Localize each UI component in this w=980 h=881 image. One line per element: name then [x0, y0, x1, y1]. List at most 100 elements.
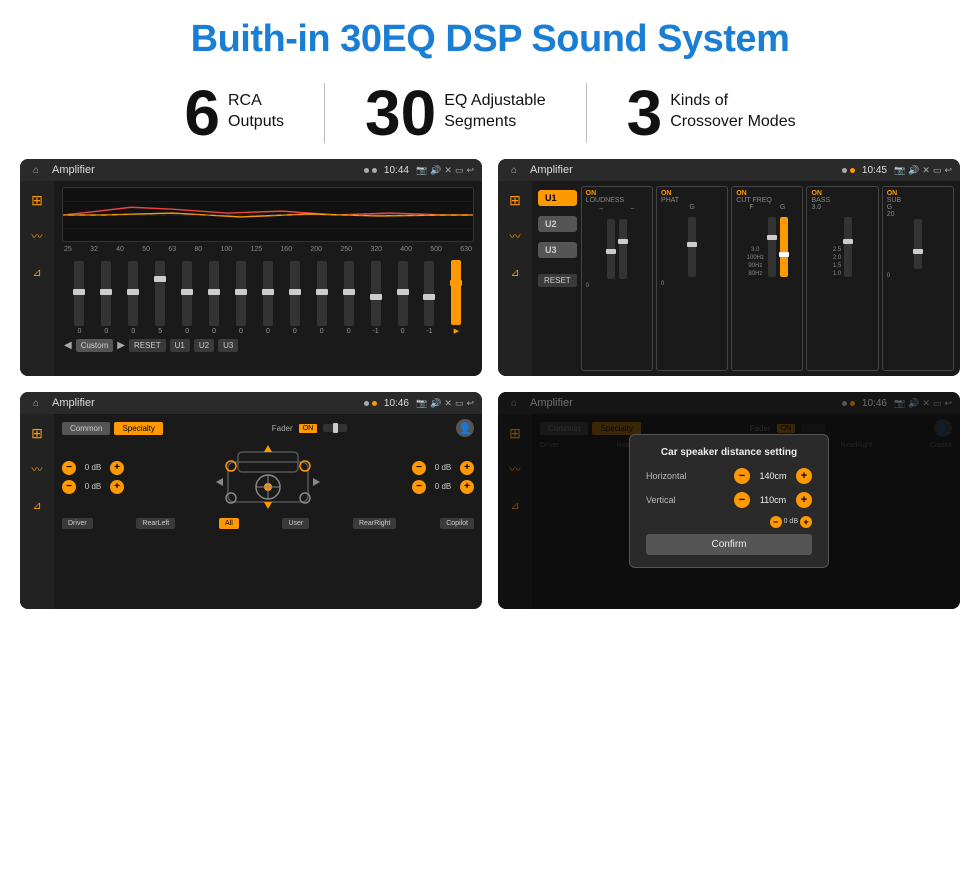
eq-filter-icon[interactable]: ⊞ [26, 189, 48, 211]
ddp1[interactable]: + [800, 516, 812, 528]
u3-button[interactable]: U3 [538, 242, 577, 258]
eq-u3-btn[interactable]: U3 [218, 339, 238, 352]
dialog-overlay: Car speaker distance setting Horizontal … [498, 392, 960, 609]
eq-time: 10:44 [384, 165, 409, 176]
c-wave-icon[interactable]: 〰 [504, 225, 526, 247]
stat-number-30: 30 [365, 81, 436, 145]
fdot1 [364, 401, 369, 406]
db1-minus[interactable]: − [62, 461, 76, 475]
eq-slider-9[interactable]: 0 [290, 261, 300, 335]
db4-plus[interactable]: + [460, 480, 474, 494]
db3-minus[interactable]: − [412, 461, 426, 475]
stat-item-crossover: 3 Kinds of Crossover Modes [587, 81, 836, 145]
f-minimize-icon[interactable]: ▭ [455, 398, 464, 409]
close-icon[interactable]: ✕ [444, 165, 452, 176]
eq-u1-btn[interactable]: U1 [170, 339, 190, 352]
screens-grid: ⌂ Amplifier 10:44 📷 🔊 ✕ ▭ ↩ ⊞ 〰 ⊿ [0, 159, 980, 619]
u1-button[interactable]: U1 [538, 190, 577, 206]
c-filter-icon[interactable]: ⊞ [504, 189, 526, 211]
db2-value: 0 dB [79, 482, 107, 491]
user-btn[interactable]: User [282, 518, 309, 529]
eq-slider-6[interactable]: 0 [209, 261, 219, 335]
eq-vol-icon[interactable]: ⊿ [26, 261, 48, 283]
eq-slider-10[interactable]: 0 [317, 261, 327, 335]
rearleft-btn[interactable]: RearLeft [136, 518, 175, 529]
eq-slider-14[interactable]: -1 [424, 261, 434, 335]
screen-eq: ⌂ Amplifier 10:44 📷 🔊 ✕ ▭ ↩ ⊞ 〰 ⊿ [20, 159, 482, 376]
eq-slider-7[interactable]: 0 [236, 261, 246, 335]
db2-plus[interactable]: + [110, 480, 124, 494]
dialog-row-vertical: Vertical − 110cm + [646, 492, 812, 508]
fader-title: Amplifier [52, 397, 95, 409]
eq-graph [62, 187, 474, 242]
confirm-button[interactable]: Confirm [646, 534, 812, 555]
fader-time: 10:46 [384, 398, 409, 409]
c-close-icon[interactable]: ✕ [922, 165, 930, 176]
ddb1: 0 dB [784, 518, 798, 525]
horizontal-label: Horizontal [646, 471, 687, 481]
f-camera-icon: 📷 [416, 398, 427, 409]
eq-slider-12[interactable]: -1 [371, 261, 381, 335]
page-title: Buith-in 30EQ DSP Sound System [0, 0, 980, 71]
stat-desc-rca: RCA Outputs [228, 81, 284, 133]
home-icon[interactable]: ⌂ [28, 162, 44, 178]
vertical-label: Vertical [646, 495, 676, 505]
c-back-icon[interactable]: ↩ [944, 165, 952, 176]
eq-slider-11[interactable]: 0 [344, 261, 354, 335]
eq-side-icons: ⊞ 〰 ⊿ [20, 181, 54, 376]
fader-home-icon[interactable]: ⌂ [28, 395, 44, 411]
u2-button[interactable]: U2 [538, 216, 577, 232]
person-icon: 👤 [456, 419, 474, 437]
c-minimize-icon[interactable]: ▭ [933, 165, 942, 176]
eq-slider-8[interactable]: 0 [263, 261, 273, 335]
db4-minus[interactable]: − [412, 480, 426, 494]
c-volume-icon: 🔊 [908, 165, 919, 176]
f-wave-icon[interactable]: 〰 [26, 458, 48, 480]
cutfreq-label: CUT FREQ [736, 197, 798, 204]
fader-slider[interactable] [323, 424, 347, 432]
eq-wave-icon[interactable]: 〰 [26, 225, 48, 247]
horizontal-minus[interactable]: − [734, 468, 750, 484]
tab-specialty[interactable]: Specialty [114, 422, 162, 435]
db1-value: 0 dB [79, 463, 107, 472]
db3-plus[interactable]: + [460, 461, 474, 475]
ddm1[interactable]: − [770, 516, 782, 528]
eq-slider-3[interactable]: 0 [128, 261, 138, 335]
eq-u2-btn[interactable]: U2 [194, 339, 214, 352]
eq-next-btn[interactable]: ▶ [117, 340, 125, 351]
crossover-home-icon[interactable]: ⌂ [506, 162, 522, 178]
eq-mode-label: Custom [76, 339, 114, 352]
rearright-btn[interactable]: RearRight [353, 518, 397, 529]
f-back-icon[interactable]: ↩ [466, 398, 474, 409]
eq-slider-1[interactable]: 0 [74, 261, 84, 335]
db2-minus[interactable]: − [62, 480, 76, 494]
eq-slider-2[interactable]: 0 [101, 261, 111, 335]
eq-slider-5[interactable]: 0 [182, 261, 192, 335]
f-vol-icon[interactable]: ⊿ [26, 494, 48, 516]
eq-slider-4[interactable]: 5 [155, 261, 165, 335]
panel-loudness: ON LOUDNESS ~ ~ [581, 186, 653, 371]
crossover-reset-btn[interactable]: RESET [538, 274, 577, 287]
horizontal-plus[interactable]: + [796, 468, 812, 484]
eq-reset-btn[interactable]: RESET [129, 339, 166, 352]
db1-plus[interactable]: + [110, 461, 124, 475]
minimize-icon[interactable]: ▭ [455, 165, 464, 176]
fader-body: ⊞ 〰 ⊿ Common Specialty Fader ON [20, 414, 482, 609]
eq-slider-15[interactable]: ▶ [451, 260, 461, 335]
f-close-icon[interactable]: ✕ [444, 398, 452, 409]
copilot-btn[interactable]: Copilot [440, 518, 474, 529]
back-icon[interactable]: ↩ [466, 165, 474, 176]
all-btn[interactable]: All [219, 518, 239, 529]
fdot2 [372, 401, 377, 406]
dot2 [372, 168, 377, 173]
eq-prev-btn[interactable]: ◀ [64, 340, 72, 351]
vertical-minus[interactable]: − [734, 492, 750, 508]
camera-icon: 📷 [416, 165, 427, 176]
driver-btn[interactable]: Driver [62, 518, 93, 529]
c-vol-icon[interactable]: ⊿ [504, 261, 526, 283]
eq-slider-13[interactable]: 0 [398, 261, 408, 335]
f-filter-icon[interactable]: ⊞ [26, 422, 48, 444]
tab-common[interactable]: Common [62, 422, 110, 435]
bass-label: BASS [811, 197, 873, 204]
vertical-plus[interactable]: + [796, 492, 812, 508]
